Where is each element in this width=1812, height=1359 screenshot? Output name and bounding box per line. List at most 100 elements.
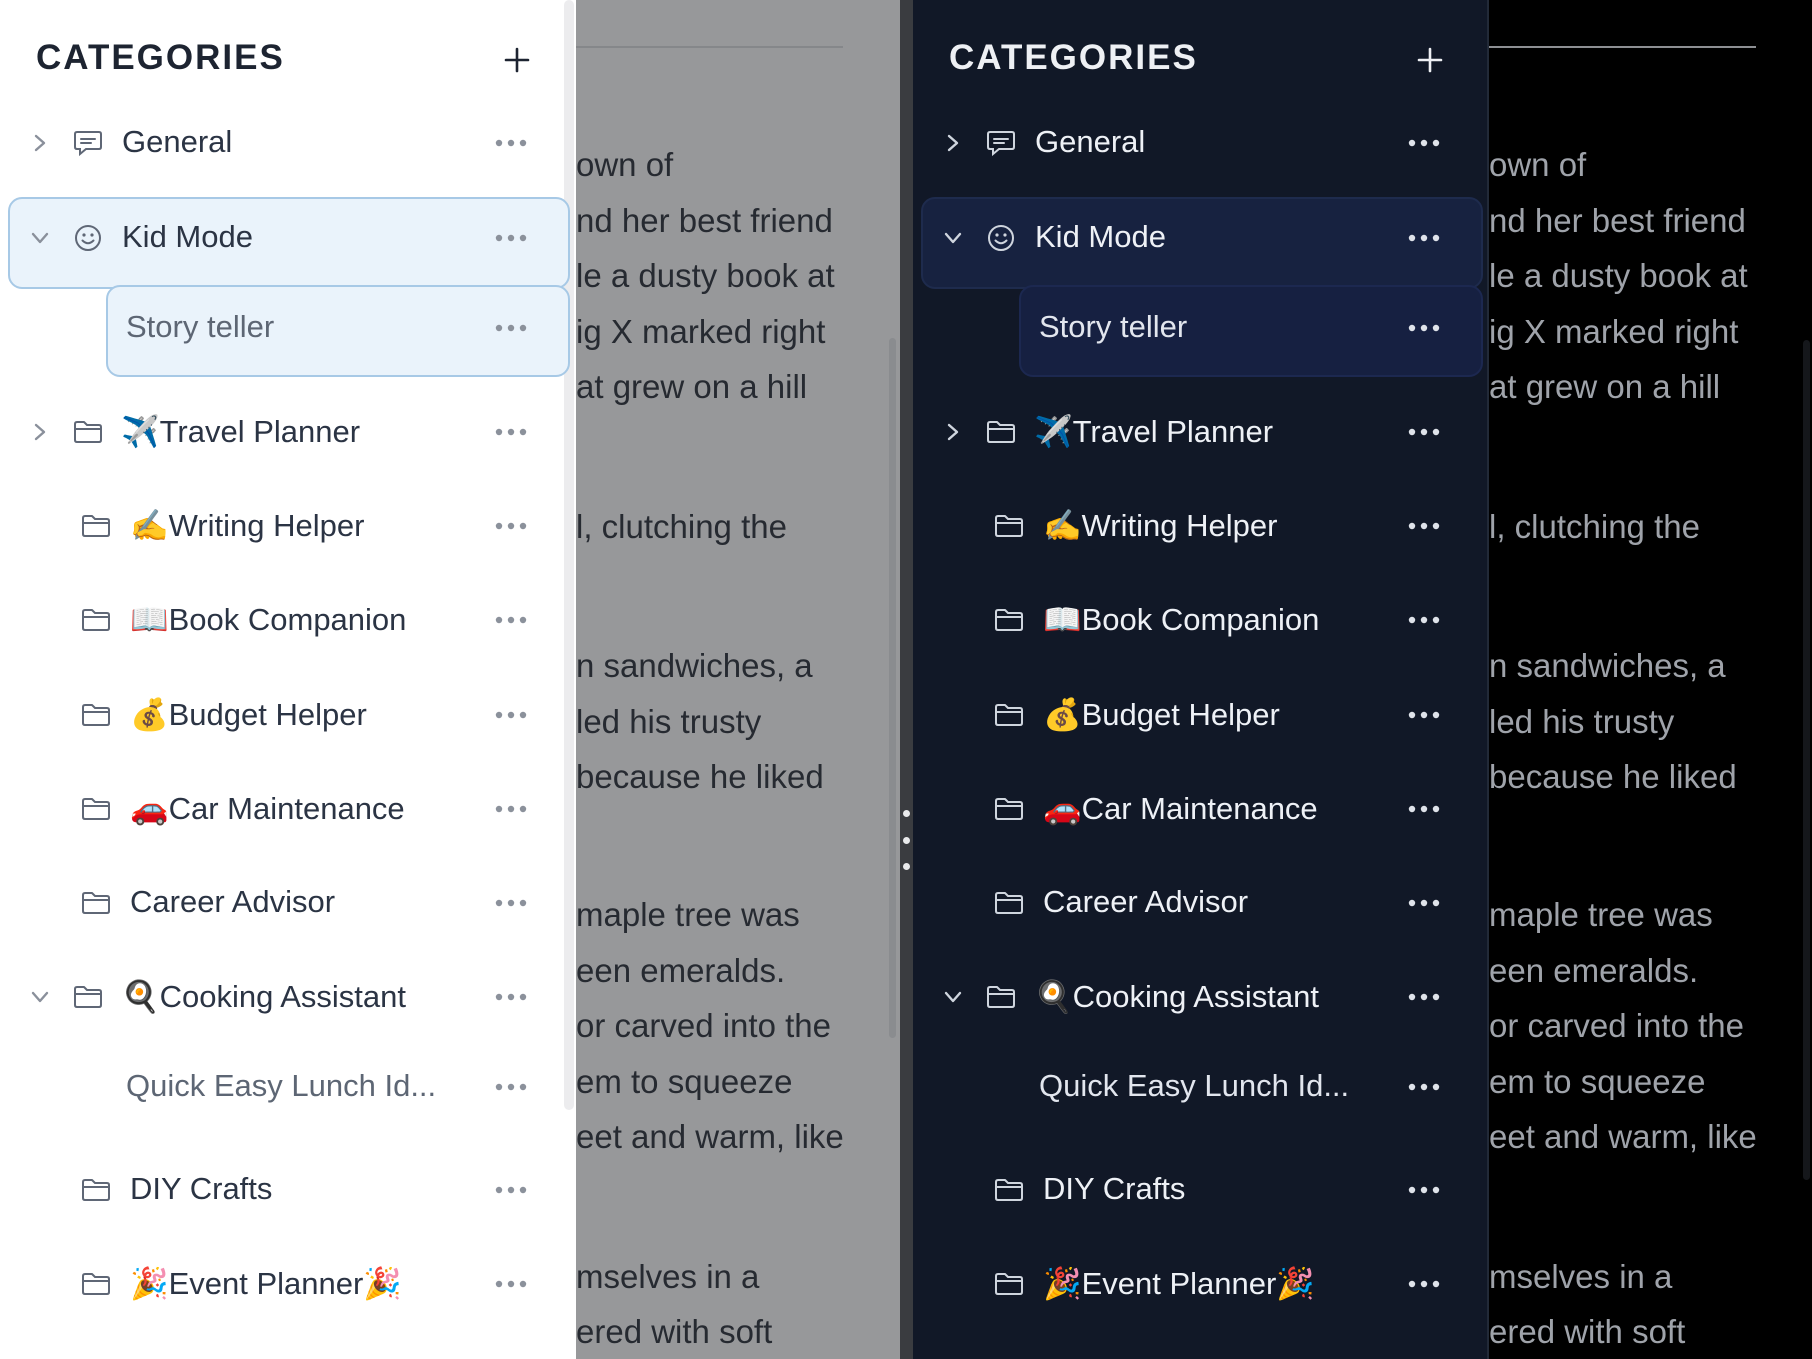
chevron-down-icon[interactable] <box>26 224 54 252</box>
more-horizontal-icon[interactable] <box>1403 1175 1445 1205</box>
category-label: 📖Book Companion <box>130 602 407 637</box>
more-horizontal-icon[interactable] <box>490 313 532 343</box>
chevron-down-icon[interactable] <box>939 983 967 1011</box>
category-item[interactable]: General <box>913 98 1487 188</box>
chevron-right-icon[interactable] <box>26 129 54 157</box>
category-item[interactable]: DIY Crafts <box>913 1145 1487 1235</box>
category-item[interactable]: DIY Crafts <box>0 1145 576 1235</box>
category-item[interactable]: 📖Book Companion <box>913 575 1487 665</box>
category-item[interactable]: 🍳Cooking Assistant <box>913 952 1487 1042</box>
more-horizontal-icon[interactable] <box>1403 417 1445 447</box>
more-horizontal-icon[interactable] <box>490 700 532 730</box>
category-label: Quick Easy Lunch Id... <box>126 1068 437 1103</box>
category-label: DIY Crafts <box>130 1171 273 1206</box>
add-category-button[interactable] <box>497 40 537 80</box>
chevron-right-icon[interactable] <box>26 418 54 446</box>
category-item[interactable]: ✍️Writing Helper <box>0 481 576 571</box>
chevron-right-icon[interactable] <box>939 129 967 157</box>
category-item[interactable]: Career Advisor <box>0 858 576 948</box>
category-label: General <box>122 124 233 159</box>
more-horizontal-icon[interactable] <box>490 417 532 447</box>
more-horizontal-icon[interactable] <box>1403 794 1445 824</box>
category-item[interactable]: ✍️Writing Helper <box>913 481 1487 571</box>
subcategory-item[interactable]: Story teller <box>913 283 1487 377</box>
story-line: l, clutching the <box>576 508 787 545</box>
more-horizontal-icon[interactable] <box>1403 605 1445 635</box>
category-item[interactable]: 🎉Event Planner🎉 <box>0 1239 576 1329</box>
more-horizontal-icon[interactable] <box>1403 888 1445 918</box>
more-horizontal-icon[interactable] <box>1403 1269 1445 1299</box>
category-item[interactable]: General <box>0 98 576 188</box>
more-horizontal-icon[interactable] <box>1403 128 1445 158</box>
category-item[interactable]: 🚗Car Maintenance <box>0 764 576 854</box>
subcategory-item[interactable]: Quick Easy Lunch Id... <box>913 1042 1487 1132</box>
more-horizontal-icon[interactable] <box>490 982 532 1012</box>
subcategory-item[interactable]: Quick Easy Lunch Id... <box>0 1042 576 1132</box>
smiley-icon <box>72 223 104 253</box>
more-horizontal-icon[interactable] <box>1403 511 1445 541</box>
more-horizontal-icon[interactable] <box>490 794 532 824</box>
story-line: een emeralds. <box>576 952 786 989</box>
category-label: Kid Mode <box>122 219 253 254</box>
category-item[interactable]: ✈️Travel Planner <box>0 387 576 477</box>
story-scrollbar[interactable] <box>889 338 896 1038</box>
more-horizontal-icon[interactable] <box>1403 223 1445 253</box>
add-category-button[interactable] <box>1410 40 1450 80</box>
folder-icon <box>80 1269 112 1299</box>
story-line: led his trusty <box>576 703 762 740</box>
category-item[interactable]: 🍳Cooking Assistant <box>0 952 576 1042</box>
category-item[interactable]: Kid Mode <box>0 193 576 289</box>
folder-icon <box>72 417 104 447</box>
more-horizontal-icon[interactable] <box>1403 1072 1445 1102</box>
category-item[interactable]: 💰Budget Helper <box>913 670 1487 760</box>
chevron-down-icon[interactable] <box>939 224 967 252</box>
plus-icon <box>504 47 530 73</box>
folder-icon <box>993 511 1025 541</box>
split-view-divider[interactable] <box>900 0 913 1359</box>
more-horizontal-icon[interactable] <box>490 1072 532 1102</box>
category-item[interactable]: 💰Budget Helper <box>0 670 576 760</box>
smiley-icon <box>985 223 1017 253</box>
more-horizontal-icon[interactable] <box>1403 313 1445 343</box>
category-label: Story teller <box>1039 309 1188 344</box>
story-line: maple tree was <box>576 896 800 933</box>
story-line: ered with soft <box>1489 1313 1686 1350</box>
subcategory-item[interactable]: Story teller <box>0 283 576 377</box>
category-item[interactable]: 📖Book Companion <box>0 575 576 665</box>
story-line: or carved into the <box>576 1007 831 1044</box>
category-label: 🎉Event Planner🎉 <box>130 1266 402 1301</box>
category-label: 🎉Event Planner🎉 <box>1043 1266 1315 1301</box>
category-label: Quick Easy Lunch Id... <box>1039 1068 1350 1103</box>
category-label: 💰Budget Helper <box>1043 697 1280 732</box>
story-line: eet and warm, like <box>576 1118 844 1155</box>
more-horizontal-icon[interactable] <box>490 1269 532 1299</box>
story-line: because he liked <box>1489 758 1737 795</box>
story-line: le a dusty book at <box>576 257 835 294</box>
more-horizontal-icon[interactable] <box>1403 700 1445 730</box>
more-horizontal-icon[interactable] <box>490 128 532 158</box>
more-horizontal-icon[interactable] <box>1403 982 1445 1012</box>
chat-bubble-icon <box>985 128 1017 158</box>
more-horizontal-icon[interactable] <box>490 605 532 635</box>
category-label: ✈️Travel Planner <box>1034 414 1274 449</box>
chevron-down-icon[interactable] <box>26 983 54 1011</box>
more-horizontal-icon[interactable] <box>490 223 532 253</box>
chevron-right-icon[interactable] <box>939 418 967 446</box>
category-item[interactable]: ✈️Travel Planner <box>913 387 1487 477</box>
folder-icon <box>985 417 1017 447</box>
more-horizontal-icon[interactable] <box>490 511 532 541</box>
story-line: een emeralds. <box>1489 952 1699 989</box>
category-item[interactable]: Kid Mode <box>913 193 1487 289</box>
story-line: ig X marked right <box>576 313 826 350</box>
story-scrollbar[interactable] <box>1803 340 1810 1180</box>
category-item[interactable]: 🚗Car Maintenance <box>913 764 1487 854</box>
folder-icon <box>72 982 104 1012</box>
more-horizontal-icon[interactable] <box>490 1175 532 1205</box>
story-line: ered with soft <box>576 1313 773 1350</box>
more-horizontal-icon[interactable] <box>490 888 532 918</box>
story-line: mselves in a <box>576 1258 760 1295</box>
category-item[interactable]: 🎉Event Planner🎉 <box>913 1239 1487 1329</box>
split-handle-icon[interactable] <box>901 810 911 870</box>
story-divider-line <box>1489 46 1756 48</box>
category-item[interactable]: Career Advisor <box>913 858 1487 948</box>
